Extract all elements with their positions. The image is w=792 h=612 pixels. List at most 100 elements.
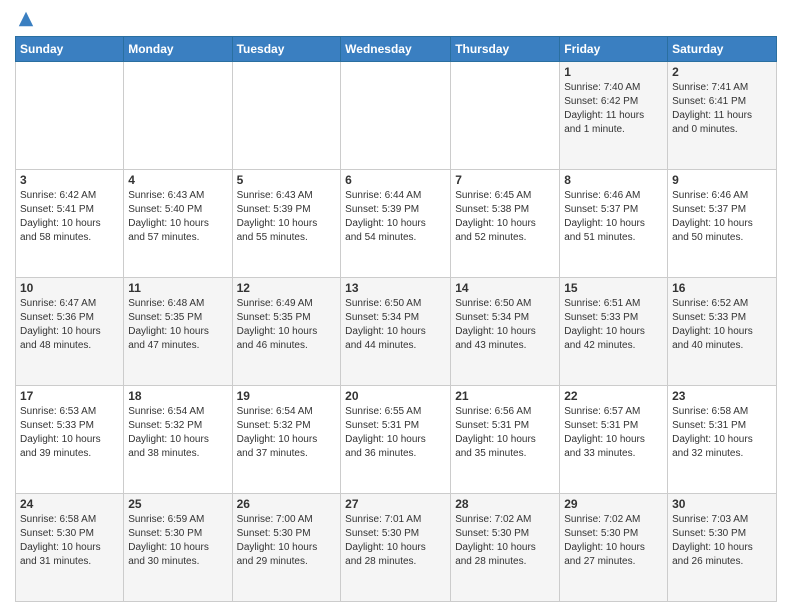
day-info: Sunrise: 7:02 AM Sunset: 5:30 PM Dayligh… <box>455 513 555 569</box>
calendar-cell: 11 Sunrise: 6:48 AM Sunset: 5:35 PM Dayli… <box>124 278 232 386</box>
calendar-cell: 4 Sunrise: 6:43 AM Sunset: 5:40 PM Daylig… <box>124 170 232 278</box>
day-info: Sunrise: 6:43 AM Sunset: 5:40 PM Dayligh… <box>128 189 227 245</box>
day-number: 27 <box>345 497 446 511</box>
day-number: 3 <box>20 173 119 187</box>
calendar-week-row: 17Sunrise: 6:53 AM Sunset: 5:33 PM Dayli… <box>16 386 777 494</box>
day-info: Sunrise: 7:41 AM Sunset: 6:41 PM Dayligh… <box>672 81 772 137</box>
calendar-cell: 19 Sunrise: 6:54 AM Sunset: 5:32 PM Dayli… <box>232 386 341 494</box>
day-info: Sunrise: 6:57 AM Sunset: 5:31 PM Dayligh… <box>564 405 663 461</box>
day-number: 15 <box>564 281 663 295</box>
day-info: Sunrise: 6:58 AM Sunset: 5:30 PM Dayligh… <box>20 513 119 569</box>
day-info: Sunrise: 6:56 AM Sunset: 5:31 PM Dayligh… <box>455 405 555 461</box>
day-info: Sunrise: 6:54 AM Sunset: 5:32 PM Dayligh… <box>128 405 227 461</box>
weekday-header-monday: Monday <box>124 37 232 62</box>
calendar-cell: 12Sunrise: 6:49 AM Sunset: 5:35 PM Dayli… <box>232 278 341 386</box>
day-number: 14 <box>455 281 555 295</box>
day-info: Sunrise: 6:42 AM Sunset: 5:41 PM Dayligh… <box>20 189 119 245</box>
day-number: 30 <box>672 497 772 511</box>
calendar-cell: 23Sunrise: 6:58 AM Sunset: 5:31 PM Dayli… <box>668 386 777 494</box>
day-info: Sunrise: 6:54 AM Sunset: 5:32 PM Dayligh… <box>237 405 337 461</box>
day-number: 1 <box>564 65 663 79</box>
day-number: 23 <box>672 389 772 403</box>
day-number: 10 <box>20 281 119 295</box>
day-info: Sunrise: 7:40 AM Sunset: 6:42 PM Dayligh… <box>564 81 663 137</box>
day-number: 5 <box>237 173 337 187</box>
day-info: Sunrise: 6:46 AM Sunset: 5:37 PM Dayligh… <box>672 189 772 245</box>
day-number: 25 <box>128 497 227 511</box>
day-number: 18 <box>128 389 227 403</box>
calendar-cell: 10 Sunrise: 6:47 AM Sunset: 5:36 PM Dayli… <box>16 278 124 386</box>
calendar-cell: 5 Sunrise: 6:43 AM Sunset: 5:39 PM Daylig… <box>232 170 341 278</box>
day-number: 13 <box>345 281 446 295</box>
calendar-cell: 26 Sunrise: 7:00 AM Sunset: 5:30 PM Dayli… <box>232 494 341 602</box>
day-info: Sunrise: 6:51 AM Sunset: 5:33 PM Dayligh… <box>564 297 663 353</box>
calendar-cell: 18 Sunrise: 6:54 AM Sunset: 5:32 PM Dayli… <box>124 386 232 494</box>
day-number: 8 <box>564 173 663 187</box>
day-number: 6 <box>345 173 446 187</box>
day-info: Sunrise: 6:59 AM Sunset: 5:30 PM Dayligh… <box>128 513 227 569</box>
calendar-cell: 28 Sunrise: 7:02 AM Sunset: 5:30 PM Dayli… <box>451 494 560 602</box>
weekday-header-thursday: Thursday <box>451 37 560 62</box>
day-info: Sunrise: 6:50 AM Sunset: 5:34 PM Dayligh… <box>345 297 446 353</box>
calendar-cell: 25 Sunrise: 6:59 AM Sunset: 5:30 PM Dayli… <box>124 494 232 602</box>
calendar-cell: 13 Sunrise: 6:50 AM Sunset: 5:34 PM Dayli… <box>341 278 451 386</box>
calendar-week-row: 24 Sunrise: 6:58 AM Sunset: 5:30 PM Dayli… <box>16 494 777 602</box>
day-number: 21 <box>455 389 555 403</box>
day-info: Sunrise: 6:53 AM Sunset: 5:33 PM Dayligh… <box>20 405 119 461</box>
weekday-header-friday: Friday <box>560 37 668 62</box>
calendar-cell <box>124 62 232 170</box>
day-info: Sunrise: 7:02 AM Sunset: 5:30 PM Dayligh… <box>564 513 663 569</box>
day-number: 28 <box>455 497 555 511</box>
calendar-cell: 27 Sunrise: 7:01 AM Sunset: 5:30 PM Dayli… <box>341 494 451 602</box>
calendar-cell <box>451 62 560 170</box>
day-number: 19 <box>237 389 337 403</box>
calendar-cell: 29 Sunrise: 7:02 AM Sunset: 5:30 PM Dayli… <box>560 494 668 602</box>
day-number: 9 <box>672 173 772 187</box>
day-number: 22 <box>564 389 663 403</box>
calendar-cell: 24 Sunrise: 6:58 AM Sunset: 5:30 PM Dayli… <box>16 494 124 602</box>
day-number: 11 <box>128 281 227 295</box>
header <box>15 10 777 28</box>
weekday-header-saturday: Saturday <box>668 37 777 62</box>
day-info: Sunrise: 6:52 AM Sunset: 5:33 PM Dayligh… <box>672 297 772 353</box>
calendar-cell: 21 Sunrise: 6:56 AM Sunset: 5:31 PM Dayli… <box>451 386 560 494</box>
day-info: Sunrise: 6:47 AM Sunset: 5:36 PM Dayligh… <box>20 297 119 353</box>
page: SundayMondayTuesdayWednesdayThursdayFrid… <box>0 0 792 612</box>
weekday-header-wednesday: Wednesday <box>341 37 451 62</box>
day-number: 29 <box>564 497 663 511</box>
day-info: Sunrise: 6:55 AM Sunset: 5:31 PM Dayligh… <box>345 405 446 461</box>
day-info: Sunrise: 7:00 AM Sunset: 5:30 PM Dayligh… <box>237 513 337 569</box>
day-number: 7 <box>455 173 555 187</box>
day-number: 26 <box>237 497 337 511</box>
calendar-cell: 1 Sunrise: 7:40 AM Sunset: 6:42 PM Daylig… <box>560 62 668 170</box>
calendar-cell: 16 Sunrise: 6:52 AM Sunset: 5:33 PM Dayli… <box>668 278 777 386</box>
day-info: Sunrise: 6:49 AM Sunset: 5:35 PM Dayligh… <box>237 297 337 353</box>
logo <box>15 10 35 28</box>
calendar-week-row: 3 Sunrise: 6:42 AM Sunset: 5:41 PM Daylig… <box>16 170 777 278</box>
calendar-cell: 7 Sunrise: 6:45 AM Sunset: 5:38 PM Daylig… <box>451 170 560 278</box>
day-number: 4 <box>128 173 227 187</box>
calendar-cell: 3 Sunrise: 6:42 AM Sunset: 5:41 PM Daylig… <box>16 170 124 278</box>
weekday-header-sunday: Sunday <box>16 37 124 62</box>
day-number: 16 <box>672 281 772 295</box>
day-number: 24 <box>20 497 119 511</box>
calendar-week-row: 1 Sunrise: 7:40 AM Sunset: 6:42 PM Daylig… <box>16 62 777 170</box>
logo-icon <box>17 10 35 28</box>
day-info: Sunrise: 7:01 AM Sunset: 5:30 PM Dayligh… <box>345 513 446 569</box>
calendar-week-row: 10 Sunrise: 6:47 AM Sunset: 5:36 PM Dayli… <box>16 278 777 386</box>
calendar-cell <box>341 62 451 170</box>
day-info: Sunrise: 6:46 AM Sunset: 5:37 PM Dayligh… <box>564 189 663 245</box>
calendar-header-row: SundayMondayTuesdayWednesdayThursdayFrid… <box>16 37 777 62</box>
calendar-cell: 20Sunrise: 6:55 AM Sunset: 5:31 PM Dayli… <box>341 386 451 494</box>
calendar-cell: 9 Sunrise: 6:46 AM Sunset: 5:37 PM Daylig… <box>668 170 777 278</box>
calendar-cell: 30Sunrise: 7:03 AM Sunset: 5:30 PM Dayli… <box>668 494 777 602</box>
calendar-table: SundayMondayTuesdayWednesdayThursdayFrid… <box>15 36 777 602</box>
calendar-cell: 6Sunrise: 6:44 AM Sunset: 5:39 PM Daylig… <box>341 170 451 278</box>
day-info: Sunrise: 6:45 AM Sunset: 5:38 PM Dayligh… <box>455 189 555 245</box>
day-info: Sunrise: 6:43 AM Sunset: 5:39 PM Dayligh… <box>237 189 337 245</box>
calendar-cell: 22 Sunrise: 6:57 AM Sunset: 5:31 PM Dayli… <box>560 386 668 494</box>
day-info: Sunrise: 6:48 AM Sunset: 5:35 PM Dayligh… <box>128 297 227 353</box>
day-info: Sunrise: 6:50 AM Sunset: 5:34 PM Dayligh… <box>455 297 555 353</box>
weekday-header-tuesday: Tuesday <box>232 37 341 62</box>
calendar-cell: 8 Sunrise: 6:46 AM Sunset: 5:37 PM Daylig… <box>560 170 668 278</box>
